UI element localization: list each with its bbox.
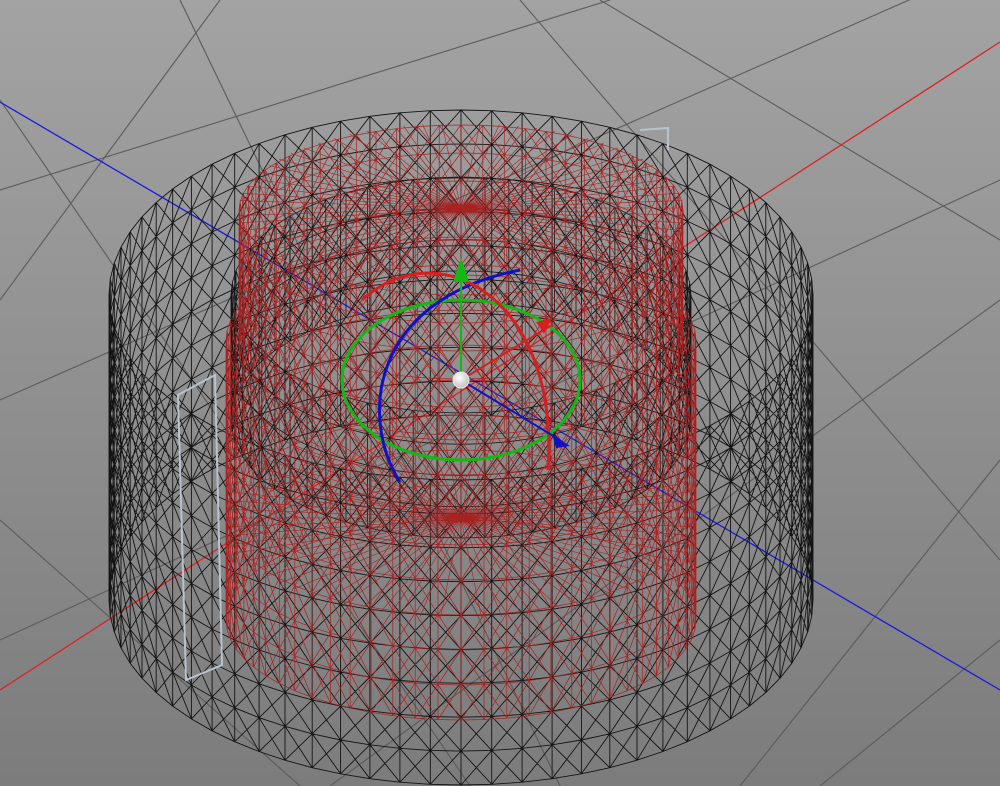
viewport-scene xyxy=(0,0,1000,786)
inner-cylinder-bottom-cap xyxy=(226,418,696,618)
pivot-sphere-icon[interactable] xyxy=(452,371,470,389)
3d-viewport[interactable] xyxy=(0,0,1000,786)
